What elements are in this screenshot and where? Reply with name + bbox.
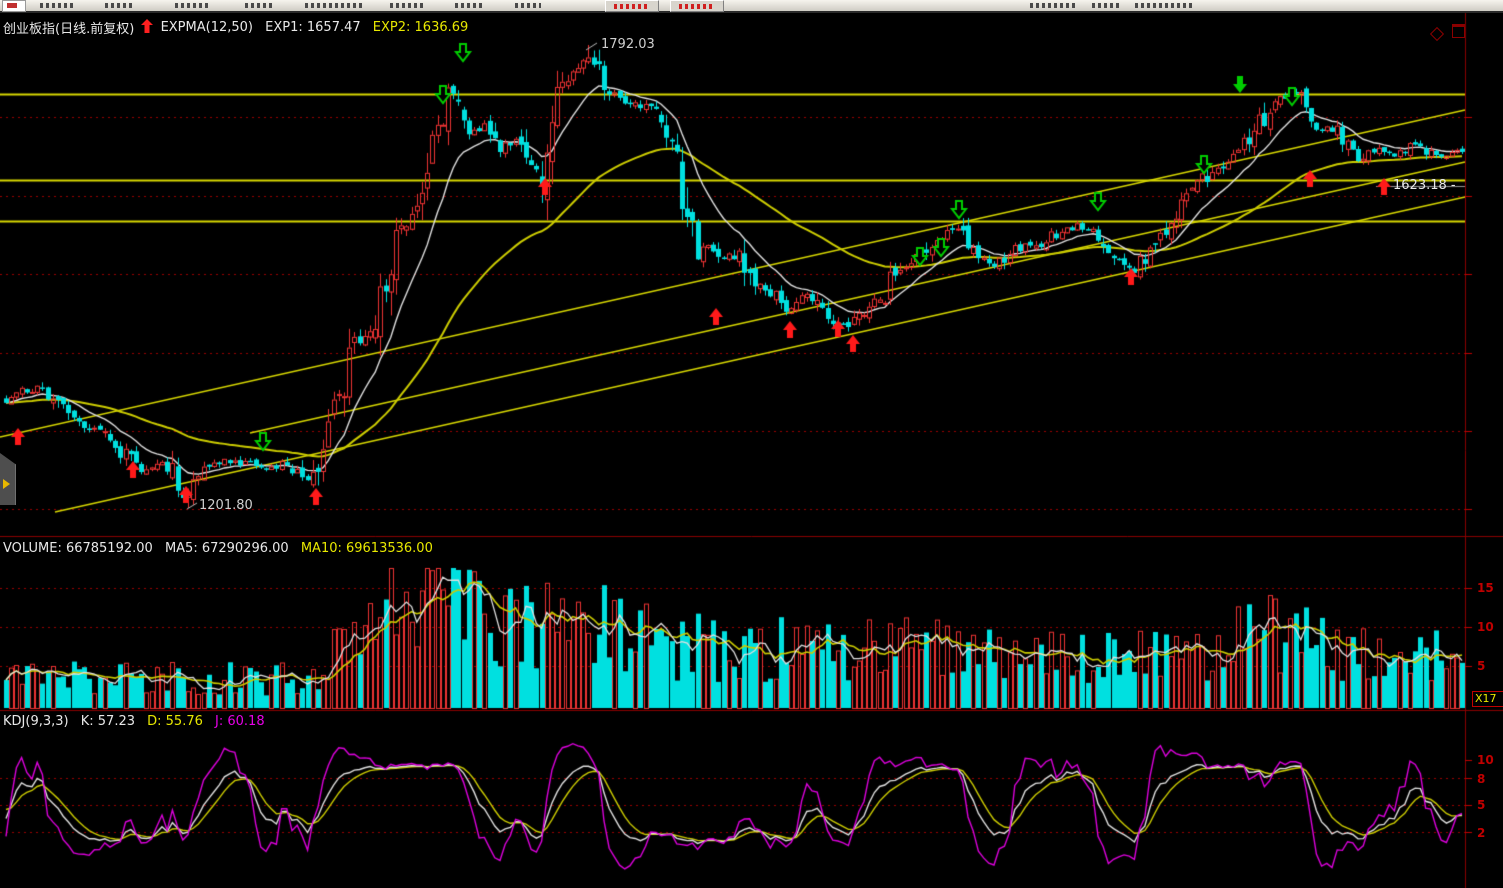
volume-header: VOLUME: 66785192.00 MA5: 67290296.00 MA1…: [3, 541, 433, 556]
expand-arrow-icon: [3, 479, 10, 489]
toolbar-button[interactable]: [605, 0, 659, 12]
main-chart-header: 创业板指(日线.前复权) EXPMA(12,50) EXP1: 1657.47 …: [3, 18, 468, 37]
last-price-label: 1623.18 -: [1393, 178, 1456, 193]
kdj-axis-tick: 8: [1477, 772, 1485, 786]
high-price-label: 1792.03: [601, 37, 655, 52]
toolbar-menu-item[interactable]: [390, 3, 424, 8]
chart-canvas[interactable]: [0, 0, 1503, 888]
volume-axis-tick: 15: [1477, 581, 1494, 595]
low-price-label: 1201.80: [199, 498, 253, 513]
toolbar-menu-item[interactable]: [105, 3, 135, 8]
toolbar-button[interactable]: [670, 0, 724, 12]
kdj-k-value: K: 57.23: [81, 714, 135, 729]
up-arrow-icon: [141, 19, 153, 37]
diamond-icon[interactable]: [1430, 27, 1444, 41]
chart-title: 创业板指(日线.前复权): [3, 22, 134, 37]
toolbar-menu-item[interactable]: [1092, 3, 1122, 8]
kdj-axis-tick: 2: [1477, 826, 1485, 840]
kdj-axis-tick: 10: [1477, 753, 1494, 767]
toolbar-menu-item[interactable]: [40, 3, 74, 8]
volume-axis-tick: 5: [1477, 659, 1485, 673]
window-icon[interactable]: [1452, 24, 1465, 38]
kdj-header: KDJ(9,3,3) K: 57.23 D: 55.76 J: 60.18: [3, 714, 265, 729]
app-icon[interactable]: [2, 0, 26, 12]
toolbar-menu-item[interactable]: [1135, 3, 1195, 8]
indicator-label[interactable]: EXPMA(12,50): [161, 20, 253, 35]
toolbar-menu-item[interactable]: [245, 3, 275, 8]
kdj-axis-tick: 5: [1477, 798, 1485, 812]
volume-value: VOLUME: 66785192.00: [3, 541, 153, 556]
exp1-value: EXP1: 1657.47: [265, 20, 361, 35]
toolbar-menu-item[interactable]: [455, 3, 483, 8]
toolbar-menu-item[interactable]: [305, 3, 365, 8]
toolbar: [0, 0, 1503, 13]
kdj-d-value: D: 55.76: [147, 714, 203, 729]
volume-ma10-value: MA10: 69613536.00: [301, 541, 433, 556]
volume-axis-tick: 10: [1477, 620, 1494, 634]
toolbar-menu-item[interactable]: [175, 3, 211, 8]
exp2-value: EXP2: 1636.69: [373, 20, 469, 35]
volume-ma5-value: MA5: 67290296.00: [165, 541, 289, 556]
kdj-name[interactable]: KDJ(9,3,3): [3, 714, 69, 729]
toolbar-menu-item[interactable]: [515, 3, 541, 8]
kdj-j-value: J: 60.18: [215, 714, 265, 729]
toolbar-menu-item[interactable]: [1030, 3, 1078, 8]
volume-scale-label: X17: [1472, 691, 1503, 707]
pane-controls: [1432, 24, 1492, 40]
